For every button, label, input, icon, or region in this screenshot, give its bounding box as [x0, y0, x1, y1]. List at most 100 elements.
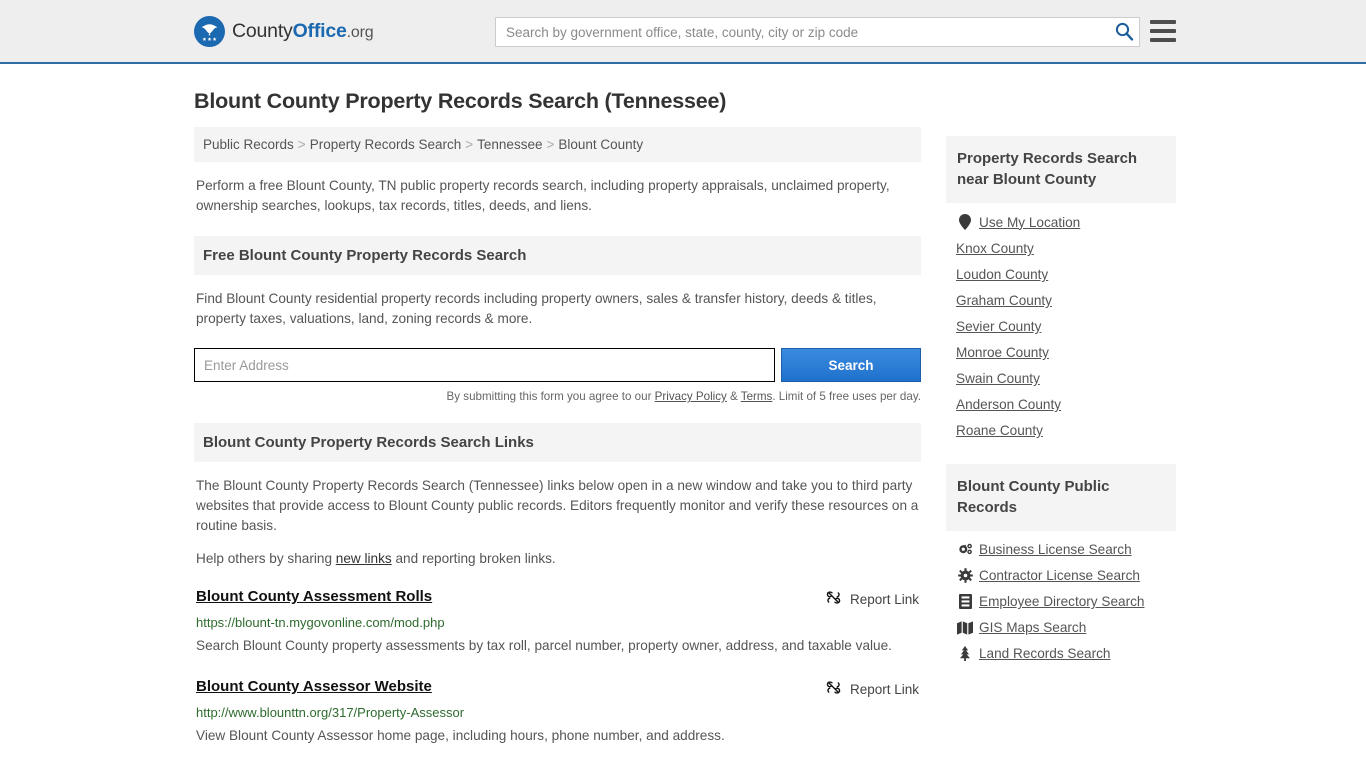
- sidebar-item-gis-maps-search[interactable]: GIS Maps Search: [946, 609, 1176, 635]
- cogs-icon: [956, 543, 974, 557]
- map-pin-icon: [956, 214, 974, 230]
- breadcrumb-separator: >: [542, 137, 558, 152]
- sidebar-item-sevier-county[interactable]: Sevier County: [946, 308, 1176, 334]
- main-column: Public Records>Property Records Search>T…: [194, 127, 921, 746]
- links-section-description: The Blount County Property Records Searc…: [194, 476, 921, 536]
- result-item: Blount County Assessment Rolls Repor: [194, 588, 921, 656]
- search-icon[interactable]: [1112, 21, 1136, 43]
- help-pre: Help others by sharing: [196, 551, 336, 566]
- breadcrumb-item-public-records[interactable]: Public Records: [203, 137, 294, 152]
- address-input[interactable]: [194, 348, 775, 382]
- sidebar-spacer: [946, 438, 1176, 464]
- map-icon: [956, 621, 974, 635]
- terms-link[interactable]: Terms: [741, 390, 773, 403]
- sidebar-link[interactable]: Business License Search: [979, 542, 1132, 557]
- links-section-heading: Blount County Property Records Search Li…: [194, 423, 921, 462]
- broken-link-icon: [825, 679, 842, 699]
- search-input[interactable]: [495, 17, 1140, 47]
- sidebar-item-business-license-search[interactable]: Business License Search: [946, 531, 1176, 557]
- sidebar-link[interactable]: Knox County: [956, 241, 1034, 256]
- logo-text-org: .org: [347, 24, 374, 41]
- sidebar-item-knox-county[interactable]: Knox County: [946, 230, 1176, 256]
- free-search-description: Find Blount County residential property …: [194, 289, 921, 329]
- site-logo-text: CountyOffice.org: [232, 20, 373, 43]
- sidebar-link[interactable]: Use My Location: [979, 215, 1080, 230]
- logo-text-office: Office: [293, 20, 347, 42]
- sidebar-link[interactable]: GIS Maps Search: [979, 620, 1086, 635]
- broken-link-icon: [825, 589, 842, 609]
- help-post: and reporting broken links.: [392, 551, 556, 566]
- sidebar-link[interactable]: Land Records Search: [979, 646, 1110, 661]
- sidebar-link[interactable]: Graham County: [956, 293, 1052, 308]
- sidebar-link[interactable]: Employee Directory Search: [979, 594, 1144, 609]
- sidebar-item-contractor-license-search[interactable]: Contractor License Search: [946, 557, 1176, 583]
- hamburger-bar: [1150, 20, 1176, 24]
- result-url: https://blount-tn.mygovonline.com/mod.ph…: [196, 615, 919, 630]
- new-links-link[interactable]: new links: [336, 551, 392, 566]
- result-title-link[interactable]: Blount County Assessor Website: [196, 678, 811, 695]
- report-link-button[interactable]: Report Link: [825, 588, 919, 609]
- sidebar-item-swain-county[interactable]: Swain County: [946, 360, 1176, 386]
- result-header: Blount County Assessor Website Repor: [196, 678, 919, 699]
- breadcrumb: Public Records>Property Records Search>T…: [194, 127, 921, 162]
- result-description: View Blount County Assessor home page, i…: [196, 725, 919, 746]
- logo-text-county: County: [232, 20, 293, 42]
- address-search-form: Search: [194, 348, 921, 382]
- fineprint-amp: &: [727, 390, 741, 403]
- hamburger-bar: [1150, 29, 1176, 33]
- site-logo[interactable]: CountyOffice.org: [194, 16, 373, 47]
- sidebar-item-roane-county[interactable]: Roane County: [946, 412, 1176, 438]
- sidebar-link[interactable]: Swain County: [956, 371, 1040, 386]
- address-search-button[interactable]: Search: [781, 348, 921, 382]
- global-search: [495, 17, 1140, 47]
- hamburger-bar: [1150, 38, 1176, 42]
- breadcrumb-item-tennessee[interactable]: Tennessee: [477, 137, 542, 152]
- result-header: Blount County Assessment Rolls Repor: [196, 588, 919, 609]
- free-search-heading: Free Blount County Property Records Sear…: [194, 236, 921, 275]
- report-link-button[interactable]: Report Link: [825, 678, 919, 699]
- eagle-seal-icon: [194, 16, 225, 47]
- sidebar-link[interactable]: Anderson County: [956, 397, 1061, 412]
- page-container: Blount County Property Records Search (T…: [0, 89, 1366, 746]
- sidebar-link[interactable]: Contractor License Search: [979, 568, 1140, 583]
- breadcrumb-item-blount-county[interactable]: Blount County: [558, 137, 643, 152]
- breadcrumb-separator: >: [461, 137, 477, 152]
- sidebar: Property Records Search near Blount Coun…: [946, 127, 1176, 661]
- result-url: http://www.blounttn.org/317/Property-Ass…: [196, 705, 919, 720]
- cog-icon: [956, 568, 974, 583]
- sidebar-item-anderson-county[interactable]: Anderson County: [946, 386, 1176, 412]
- id-card-icon: [956, 594, 974, 609]
- sidebar-item-loudon-county[interactable]: Loudon County: [946, 256, 1176, 282]
- sidebar-link[interactable]: Loudon County: [956, 267, 1048, 282]
- sidebar-item-graham-county[interactable]: Graham County: [946, 282, 1176, 308]
- fineprint-pre: By submitting this form you agree to our: [447, 390, 655, 403]
- report-link-label: Report Link: [850, 682, 919, 697]
- page-title: Blount County Property Records Search (T…: [194, 89, 1172, 114]
- result-item: Blount County Assessor Website Repor: [194, 678, 921, 746]
- privacy-policy-link[interactable]: Privacy Policy: [655, 390, 727, 403]
- sidebar-nearby-list: Use My Location Knox County Loudon Count…: [946, 203, 1176, 438]
- sidebar-link[interactable]: Sevier County: [956, 319, 1041, 334]
- breadcrumb-item-property-records-search[interactable]: Property Records Search: [310, 137, 462, 152]
- sidebar-public-records-heading: Blount County Public Records: [946, 464, 1176, 531]
- sidebar-link[interactable]: Monroe County: [956, 345, 1049, 360]
- result-description: Search Blount County property assessment…: [196, 635, 919, 656]
- site-header: CountyOffice.org: [0, 0, 1366, 64]
- sidebar-link[interactable]: Roane County: [956, 423, 1043, 438]
- sidebar-item-employee-directory-search[interactable]: Employee Directory Search: [946, 583, 1176, 609]
- content-columns: Public Records>Property Records Search>T…: [194, 127, 1172, 746]
- tree-icon: [956, 646, 974, 661]
- help-share-line: Help others by sharing new links and rep…: [194, 551, 921, 566]
- result-title-link[interactable]: Blount County Assessment Rolls: [196, 588, 811, 605]
- report-link-label: Report Link: [850, 592, 919, 607]
- form-fineprint: By submitting this form you agree to our…: [194, 390, 921, 403]
- sidebar-item-use-my-location[interactable]: Use My Location: [946, 203, 1176, 230]
- hamburger-menu-icon[interactable]: [1150, 20, 1176, 42]
- sidebar-item-monroe-county[interactable]: Monroe County: [946, 334, 1176, 360]
- fineprint-post: . Limit of 5 free uses per day.: [772, 390, 921, 403]
- breadcrumb-separator: >: [294, 137, 310, 152]
- sidebar-nearby-heading: Property Records Search near Blount Coun…: [946, 136, 1176, 203]
- sidebar-public-records-list: Business License Search: [946, 531, 1176, 661]
- page-intro-text: Perform a free Blount County, TN public …: [194, 176, 921, 216]
- sidebar-item-land-records-search[interactable]: Land Records Search: [946, 635, 1176, 661]
